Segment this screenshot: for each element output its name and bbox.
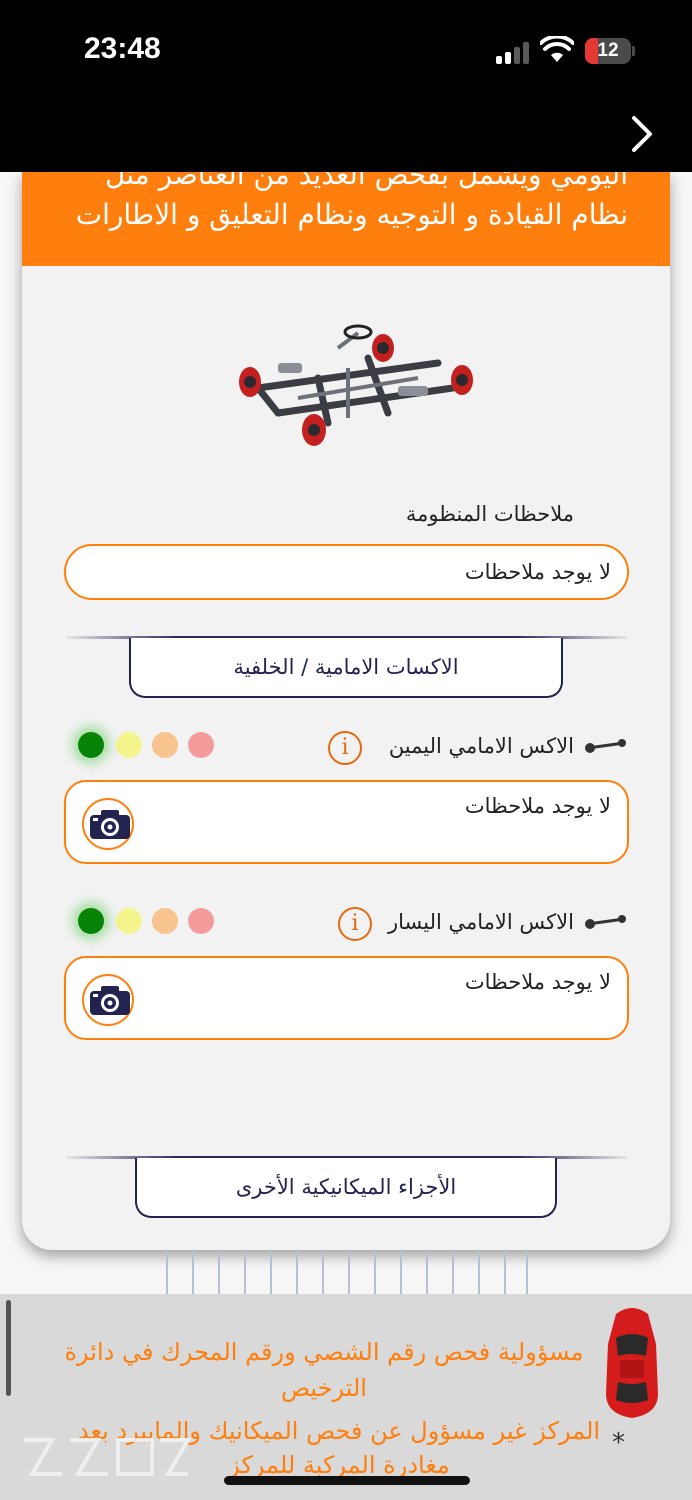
chassis-image xyxy=(239,324,473,446)
system-notes-field[interactable]: لا يوجد ملاحظات xyxy=(64,544,629,600)
battery-cap xyxy=(632,46,635,56)
item-note-text: لا يوجد ملاحظات xyxy=(464,970,611,994)
info-icon[interactable]: i xyxy=(338,907,372,941)
status-dot-orange[interactable] xyxy=(152,732,178,758)
axle-icon xyxy=(585,915,626,929)
asterisk: * xyxy=(612,1428,625,1458)
tab-axles[interactable]: الاكسات الامامية / الخلفية xyxy=(129,638,563,698)
camera-button[interactable] xyxy=(82,974,134,1026)
axle-icon xyxy=(585,739,626,753)
description-line-2: نظام القيادة و التوجيه ونظام التعليق و ا… xyxy=(75,198,628,231)
status-dot-yellow[interactable] xyxy=(116,732,142,758)
system-description: اليومي ويشمل بفحص العديد من العناصر مثل … xyxy=(22,172,670,266)
top-bar: 23:48 12 xyxy=(0,0,692,172)
item-note-text: لا يوجد ملاحظات xyxy=(464,794,611,818)
status-time: 23:48 xyxy=(84,32,161,65)
system-notes-value: لا يوجد ملاحظات xyxy=(464,560,611,584)
item-label-front-left: الاكس الامامي اليسار xyxy=(388,910,574,934)
status-dot-green-selected[interactable] xyxy=(78,732,104,758)
item-note-front-left[interactable]: لا يوجد ملاحظات xyxy=(64,956,629,1040)
battery-level: 12 xyxy=(597,40,619,61)
description-line-1: اليومي ويشمل بفحص العديد من العناصر مثل xyxy=(105,172,628,191)
battery-icon: 12 xyxy=(585,38,631,64)
car-icon xyxy=(606,1308,658,1418)
decorative-stripes xyxy=(166,1250,528,1294)
item-label-front-right: الاكس الامامي اليمين xyxy=(388,734,574,758)
scrollbar[interactable] xyxy=(6,1300,11,1396)
home-indicator xyxy=(224,1476,470,1485)
camera-button[interactable] xyxy=(82,798,134,850)
inspection-card: اليومي ويشمل بفحص العديد من العناصر مثل … xyxy=(22,172,670,1250)
status-dot-yellow[interactable] xyxy=(116,908,142,934)
status-dot-red[interactable] xyxy=(188,732,214,758)
system-notes-label: ملاحظات المنظومة xyxy=(405,502,574,526)
tab-other-mechanical[interactable]: الأجزاء الميكانيكية الأخرى xyxy=(135,1158,557,1218)
chevron-right-icon[interactable] xyxy=(624,114,660,154)
status-dot-orange[interactable] xyxy=(152,908,178,934)
disclaimer-footer: مسؤولية فحص رقم الشصي ورقم المحرك في دائ… xyxy=(0,1294,692,1500)
signal-icon xyxy=(496,40,532,64)
status-dot-green-selected[interactable] xyxy=(78,908,104,934)
wifi-icon xyxy=(540,36,574,62)
camera-icon xyxy=(90,986,130,1015)
camera-icon xyxy=(90,810,130,839)
item-note-front-right[interactable]: لا يوجد ملاحظات xyxy=(64,780,629,864)
info-icon[interactable]: i xyxy=(328,731,362,765)
watermark-logo xyxy=(24,1438,192,1476)
status-dot-red[interactable] xyxy=(188,908,214,934)
disclaimer-line-1: مسؤولية فحص رقم الشصي ورقم المحرك في دائ… xyxy=(64,1338,584,1402)
